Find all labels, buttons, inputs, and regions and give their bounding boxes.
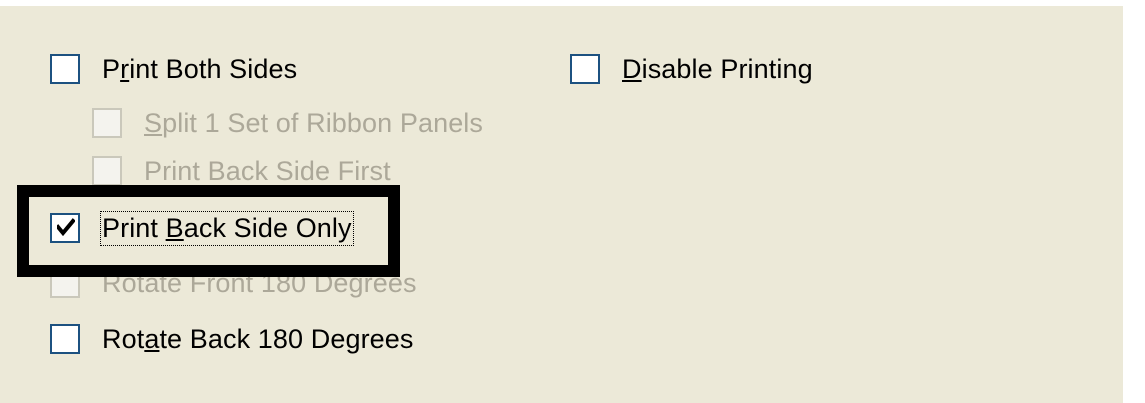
disable-printing-label: Disable Printing [622, 53, 813, 84]
checkbox-box[interactable] [570, 54, 600, 84]
checkbox-box[interactable] [50, 54, 80, 84]
print-both-sides-label: Print Both Sides [102, 53, 298, 84]
print-both-sides-checkbox[interactable]: Print Both Sides [50, 49, 297, 89]
disable-printing-checkbox[interactable]: Disable Printing [570, 49, 813, 89]
checkbox-box[interactable] [92, 156, 122, 186]
checkbox-box[interactable] [50, 324, 80, 354]
print-back-side-first-label: Print Back Side First [144, 155, 391, 186]
split-ribbon-panels-label: Split 1 Set of Ribbon Panels [144, 107, 484, 138]
print-options-panel: Print Both Sides Split 1 Set of Ribbon P… [0, 6, 1123, 403]
checkbox-box[interactable] [92, 108, 122, 138]
split-ribbon-panels-checkbox[interactable]: Split 1 Set of Ribbon Panels [92, 103, 483, 143]
rotate-back-checkbox[interactable]: Rotate Back 180 Degrees [50, 319, 414, 359]
rotate-back-label: Rotate Back 180 Degrees [102, 323, 414, 354]
highlight-callout-box [17, 185, 400, 277]
